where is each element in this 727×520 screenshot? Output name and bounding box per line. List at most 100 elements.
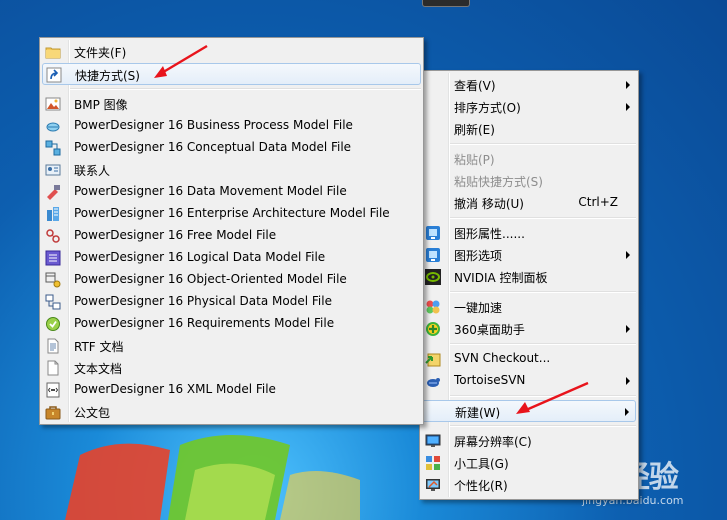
new-item-pd-free-model[interactable]: PowerDesigner 16 Free Model File xyxy=(42,225,421,247)
menu-separator xyxy=(450,291,636,293)
menu-item-label: PowerDesigner 16 Data Movement Model Fil… xyxy=(74,184,347,198)
text-document-icon xyxy=(47,360,59,376)
menu-item-label: 个性化(R) xyxy=(454,479,508,493)
menu-item-graphics-options[interactable]: 图形选项 xyxy=(422,244,636,266)
submenu-arrow-icon xyxy=(626,325,630,333)
dmm-file-icon xyxy=(47,185,60,200)
briefcase-icon xyxy=(45,406,61,420)
new-item-shortcut[interactable]: 快捷方式(S) xyxy=(42,63,421,85)
menu-item-shortcut: Ctrl+Z xyxy=(578,195,618,209)
new-item-folder[interactable]: 文件夹(F) xyxy=(42,41,421,63)
menu-item-label: 排序方式(O) xyxy=(454,101,521,115)
360-assistant-icon xyxy=(426,322,440,336)
menu-item-paste: 粘贴(P) xyxy=(422,148,636,170)
menu-item-screen-resolution[interactable]: 屏幕分辨率(C) xyxy=(422,430,636,452)
intel-graphics-icon xyxy=(426,226,440,240)
gadgets-icon xyxy=(426,456,440,470)
desktop-context-menu: 查看(V) 排序方式(O) 刷新(E) 粘贴(P) 粘贴快捷方式(S) 撤消 移… xyxy=(419,70,639,500)
new-item-contact[interactable]: 联系人 xyxy=(42,159,421,181)
intel-graphics-icon xyxy=(426,248,440,262)
menu-separator xyxy=(450,343,636,345)
menu-item-refresh[interactable]: 刷新(E) xyxy=(422,118,636,140)
new-item-pd-business-process[interactable]: PowerDesigner 16 Business Process Model … xyxy=(42,115,421,137)
menu-item-label: 一键加速 xyxy=(454,301,503,315)
menu-item-paste-shortcut: 粘贴快捷方式(S) xyxy=(422,170,636,192)
menu-item-label: 刷新(E) xyxy=(454,123,495,137)
new-item-pd-conceptual-data[interactable]: PowerDesigner 16 Conceptual Data Model F… xyxy=(42,137,421,159)
menu-item-360-desktop-assistant[interactable]: 360桌面助手 xyxy=(422,318,636,340)
new-item-briefcase[interactable]: 公文包 xyxy=(42,401,421,423)
red-arrow-new-icon xyxy=(516,381,589,414)
menu-item-label: 360桌面助手 xyxy=(454,323,525,337)
menu-item-label: RTF 文档 xyxy=(74,340,124,354)
menu-separator xyxy=(450,143,636,145)
menu-item-label: 联系人 xyxy=(74,164,111,178)
menu-item-label: PowerDesigner 16 Business Process Model … xyxy=(74,118,353,132)
submenu-arrow-icon xyxy=(626,103,630,111)
menu-item-label: 粘贴快捷方式(S) xyxy=(454,175,543,189)
menu-item-nvidia-control-panel[interactable]: NVIDIA 控制面板 xyxy=(422,266,636,288)
tortoisesvn-icon xyxy=(427,378,440,387)
oom-file-icon xyxy=(45,272,61,288)
menu-item-label: 图形选项 xyxy=(454,249,503,263)
personalize-icon xyxy=(426,479,440,491)
submenu-arrow-icon xyxy=(626,81,630,89)
rqm-file-icon xyxy=(46,317,60,331)
menu-item-personalize[interactable]: 个性化(R) xyxy=(422,474,636,496)
menu-item-sort-by[interactable]: 排序方式(O) xyxy=(422,96,636,118)
menu-separator xyxy=(450,425,636,427)
menu-item-label: PowerDesigner 16 Object-Oriented Model F… xyxy=(74,272,347,286)
menu-item-label: 新建(W) xyxy=(455,406,501,420)
menu-item-label: 图形属性...... xyxy=(454,227,525,241)
menu-item-label: PowerDesigner 16 Enterprise Architecture… xyxy=(74,206,390,220)
menu-item-label: 屏幕分辨率(C) xyxy=(454,435,532,449)
menu-item-label: SVN Checkout... xyxy=(454,351,551,365)
free-model-file-icon xyxy=(46,229,60,243)
menu-item-label: 快捷方式(S) xyxy=(75,69,140,83)
new-item-pd-object-oriented[interactable]: PowerDesigner 16 Object-Oriented Model F… xyxy=(42,269,421,291)
menu-item-label: NVIDIA 控制面板 xyxy=(454,271,548,285)
rtf-document-icon xyxy=(47,338,59,354)
red-arrow-shortcut-icon xyxy=(154,44,208,78)
speedup-icon xyxy=(426,300,440,314)
new-item-text-document[interactable]: 文本文档 xyxy=(42,357,421,379)
ldm-file-icon xyxy=(45,250,61,266)
new-item-rtf-document[interactable]: RTF 文档 xyxy=(42,335,421,357)
menu-item-label: PowerDesigner 16 Conceptual Data Model F… xyxy=(74,140,352,154)
desktop-gadget-edge xyxy=(422,0,470,7)
new-item-pd-data-movement[interactable]: PowerDesigner 16 Data Movement Model Fil… xyxy=(42,181,421,203)
menu-item-gadgets[interactable]: 小工具(G) xyxy=(422,452,636,474)
screen-resolution-icon xyxy=(425,434,441,447)
cdm-file-icon xyxy=(45,140,61,156)
menu-item-one-click-speedup[interactable]: 一键加速 xyxy=(422,296,636,318)
menu-item-label: 小工具(G) xyxy=(454,457,509,471)
menu-item-label: PowerDesigner 16 Requirements Model File xyxy=(74,316,335,330)
menu-item-label: PowerDesigner 16 Logical Data Model File xyxy=(74,250,326,264)
eam-file-icon xyxy=(47,207,59,221)
new-item-pd-enterprise-architecture[interactable]: PowerDesigner 16 Enterprise Architecture… xyxy=(42,203,421,225)
folder-icon xyxy=(45,47,61,59)
menu-item-label: BMP 图像 xyxy=(74,98,128,112)
new-item-pd-physical-data[interactable]: PowerDesigner 16 Physical Data Model Fil… xyxy=(42,291,421,313)
xml-model-file-icon xyxy=(46,382,60,398)
menu-item-label: PowerDesigner 16 XML Model File xyxy=(74,382,276,396)
menu-item-label: 公文包 xyxy=(74,406,111,420)
menu-separator xyxy=(70,88,421,90)
new-item-pd-xml-model[interactable]: PowerDesigner 16 XML Model File xyxy=(42,379,421,401)
menu-item-label: 粘贴(P) xyxy=(454,153,495,167)
menu-item-undo-move[interactable]: 撤消 移动(U) Ctrl+Z xyxy=(422,192,636,214)
new-item-bmp-image[interactable]: BMP 图像 xyxy=(42,93,421,115)
nvidia-icon xyxy=(425,269,441,285)
new-item-pd-logical-data[interactable]: PowerDesigner 16 Logical Data Model File xyxy=(42,247,421,269)
bmp-image-icon xyxy=(45,97,61,111)
menu-separator xyxy=(450,217,636,219)
menu-item-label: 查看(V) xyxy=(454,79,496,93)
menu-item-view[interactable]: 查看(V) xyxy=(422,74,636,96)
new-submenu: 文件夹(F) 快捷方式(S) BMP 图像 PowerDesigner 16 B… xyxy=(39,37,424,425)
submenu-arrow-icon xyxy=(625,408,629,416)
menu-item-svn-checkout[interactable]: SVN Checkout... xyxy=(422,348,636,370)
new-item-pd-requirements[interactable]: PowerDesigner 16 Requirements Model File xyxy=(42,313,421,335)
menu-item-label: 撤消 移动(U) xyxy=(454,197,524,211)
menu-item-graphics-properties[interactable]: 图形属性...... xyxy=(422,222,636,244)
menu-item-label: 文本文档 xyxy=(74,362,123,376)
